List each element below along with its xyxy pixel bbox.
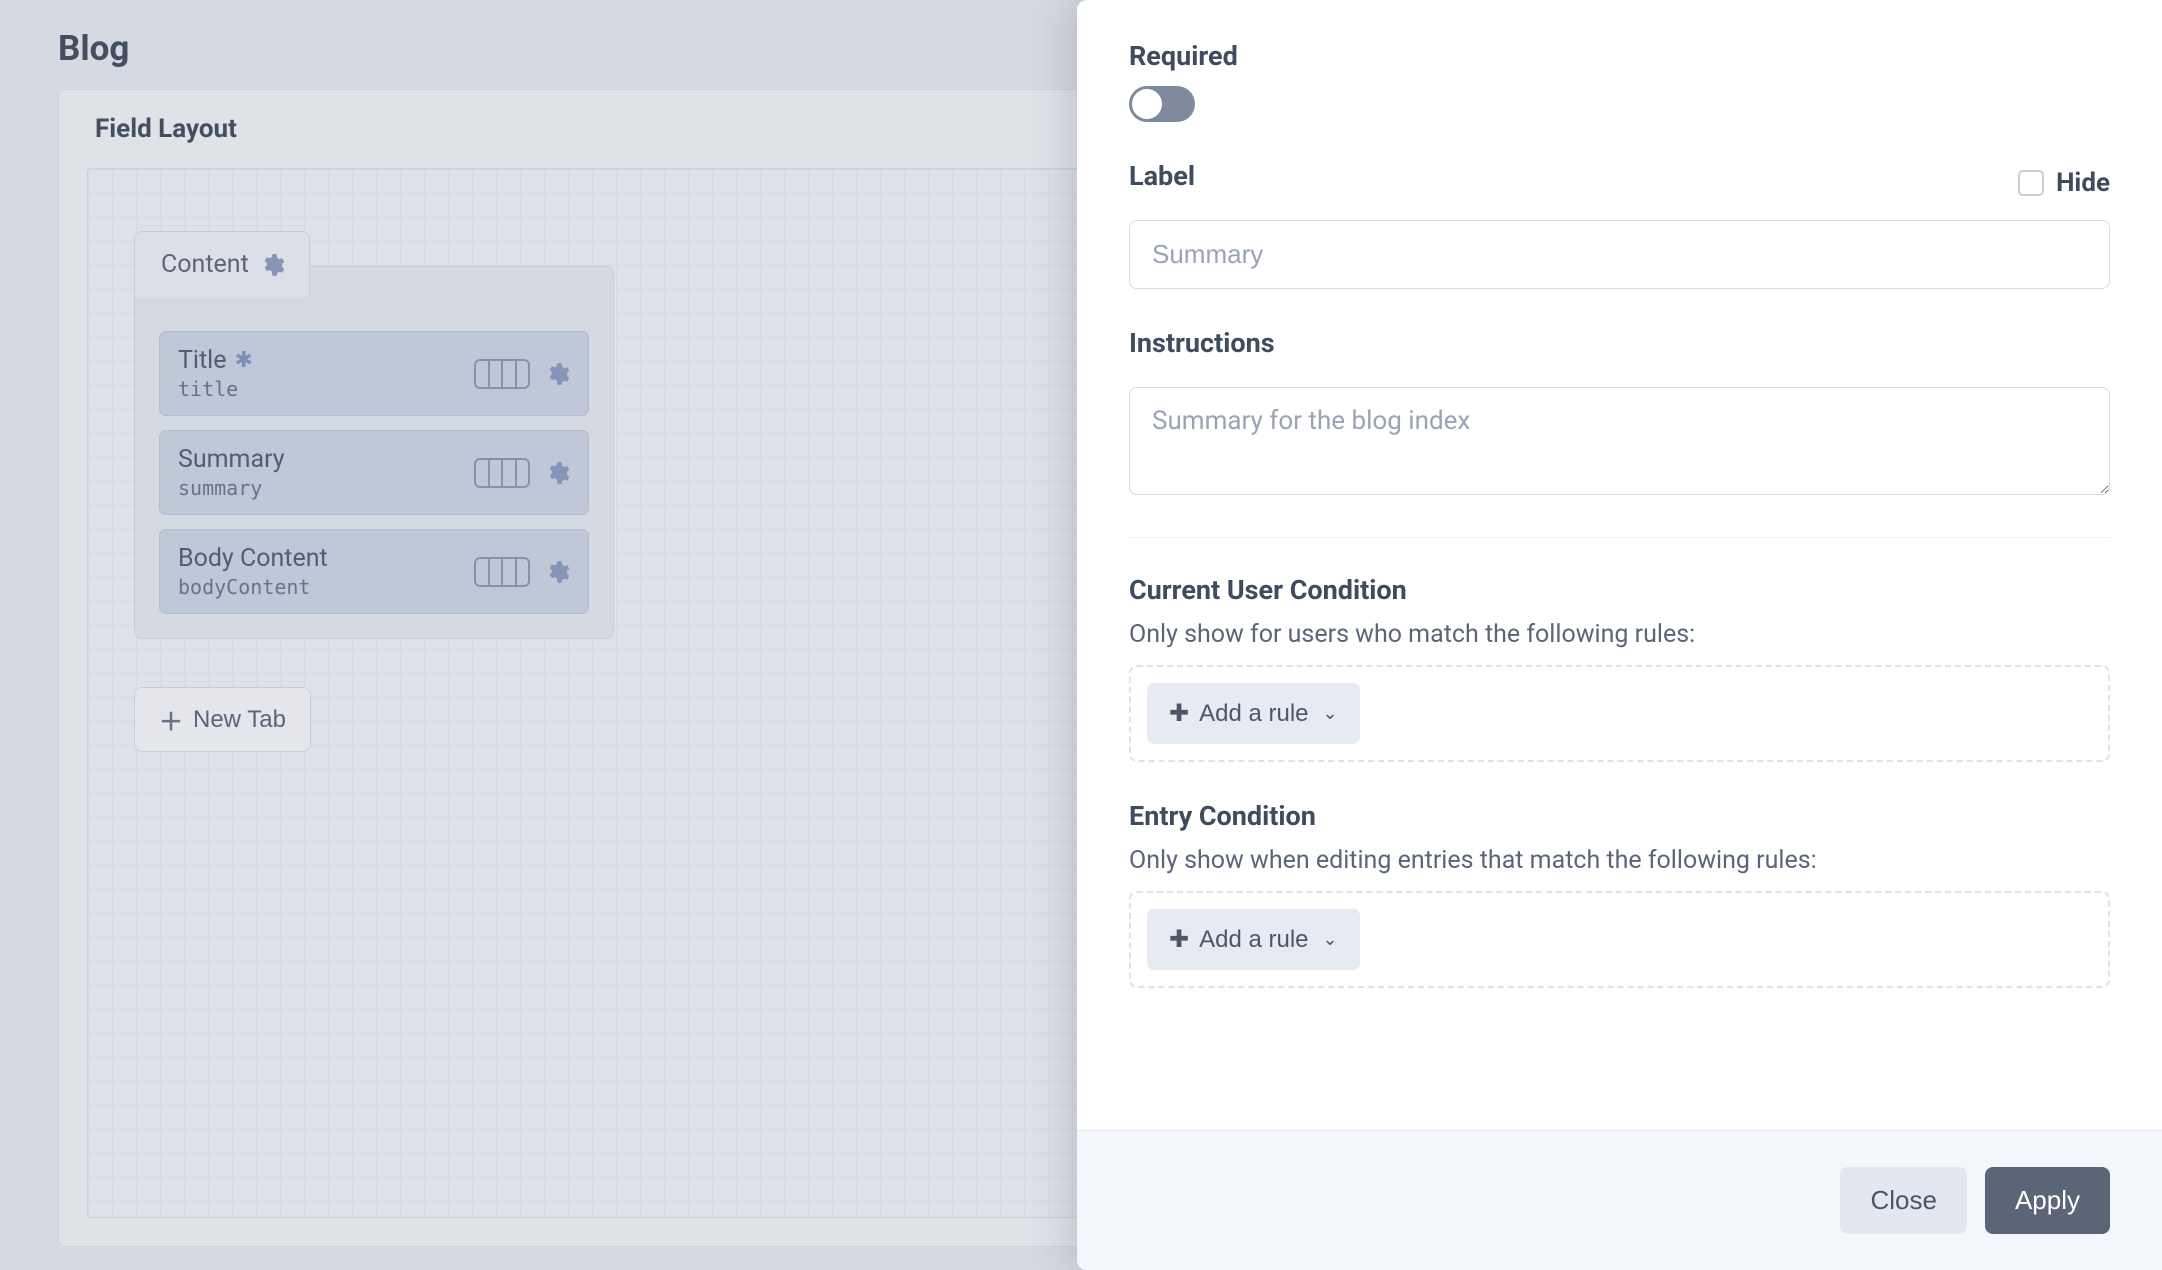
chevron-down-icon: ⌄ [1323,929,1338,950]
required-field: Required [1129,40,2110,122]
width-selector[interactable] [474,557,530,587]
required-toggle[interactable] [1129,86,1195,122]
gear-icon[interactable] [544,559,570,585]
plus-icon: ✚ [1169,699,1189,728]
required-icon: ✱ [235,348,253,373]
add-rule-label: Add a rule [1199,926,1308,954]
instructions-input[interactable] [1129,387,2110,495]
entry-condition-box: ✚ Add a rule ⌄ [1129,891,2110,988]
slideout-footer: Close Apply [1077,1130,2162,1270]
field-label: Summary [178,445,285,474]
field-row-body-content[interactable]: Body Content bodyContent [159,529,589,614]
tab-header-content[interactable]: Content [134,231,310,297]
divider [1129,537,2110,538]
field-handle: title [178,377,253,401]
gear-icon[interactable] [259,252,285,278]
instructions-field: Instructions [1129,327,2110,499]
field-handle: summary [178,476,285,500]
label-heading: Label [1129,160,1195,192]
plus-icon: ＋ [159,702,183,737]
entry-condition-sub: Only show when editing entries that matc… [1129,846,2110,875]
width-selector[interactable] [474,359,530,389]
new-tab-button[interactable]: ＋ New Tab [134,687,311,752]
toggle-knob [1132,89,1162,119]
gear-icon[interactable] [544,460,570,486]
apply-button[interactable]: Apply [1985,1167,2110,1234]
user-condition-field: Current User Condition Only show for use… [1129,574,2110,762]
field-row-summary[interactable]: Summary summary [159,430,589,515]
instructions-heading: Instructions [1129,327,2110,359]
required-heading: Required [1129,40,2110,72]
entry-condition-heading: Entry Condition [1129,800,2110,832]
user-condition-heading: Current User Condition [1129,574,2110,606]
field-label: Title [178,346,227,375]
field-row-title[interactable]: Title ✱ title [159,331,589,416]
close-button[interactable]: Close [1840,1167,1966,1234]
field-handle: bodyContent [178,575,328,599]
width-selector[interactable] [474,458,530,488]
tab-body: Title ✱ title Summary [135,307,613,638]
add-rule-label: Add a rule [1199,700,1308,728]
add-user-rule-button[interactable]: ✚ Add a rule ⌄ [1147,683,1360,744]
user-condition-box: ✚ Add a rule ⌄ [1129,665,2110,762]
field-label: Body Content [178,544,328,573]
new-tab-label: New Tab [193,706,286,734]
label-field: Label Hide [1129,160,2110,289]
hide-label: Hide [2056,168,2110,198]
hide-checkbox[interactable] [2018,170,2044,196]
field-settings-slideout: Required Label Hide Instructions Current… [1077,0,2162,1270]
label-input[interactable] [1129,220,2110,289]
user-condition-sub: Only show for users who match the follow… [1129,620,2110,649]
entry-condition-field: Entry Condition Only show when editing e… [1129,800,2110,988]
tab-name: Content [161,250,249,279]
gear-icon[interactable] [544,361,570,387]
plus-icon: ✚ [1169,925,1189,954]
tab-card-content: Content Title ✱ title [134,266,614,639]
chevron-down-icon: ⌄ [1323,703,1338,724]
add-entry-rule-button[interactable]: ✚ Add a rule ⌄ [1147,909,1360,970]
